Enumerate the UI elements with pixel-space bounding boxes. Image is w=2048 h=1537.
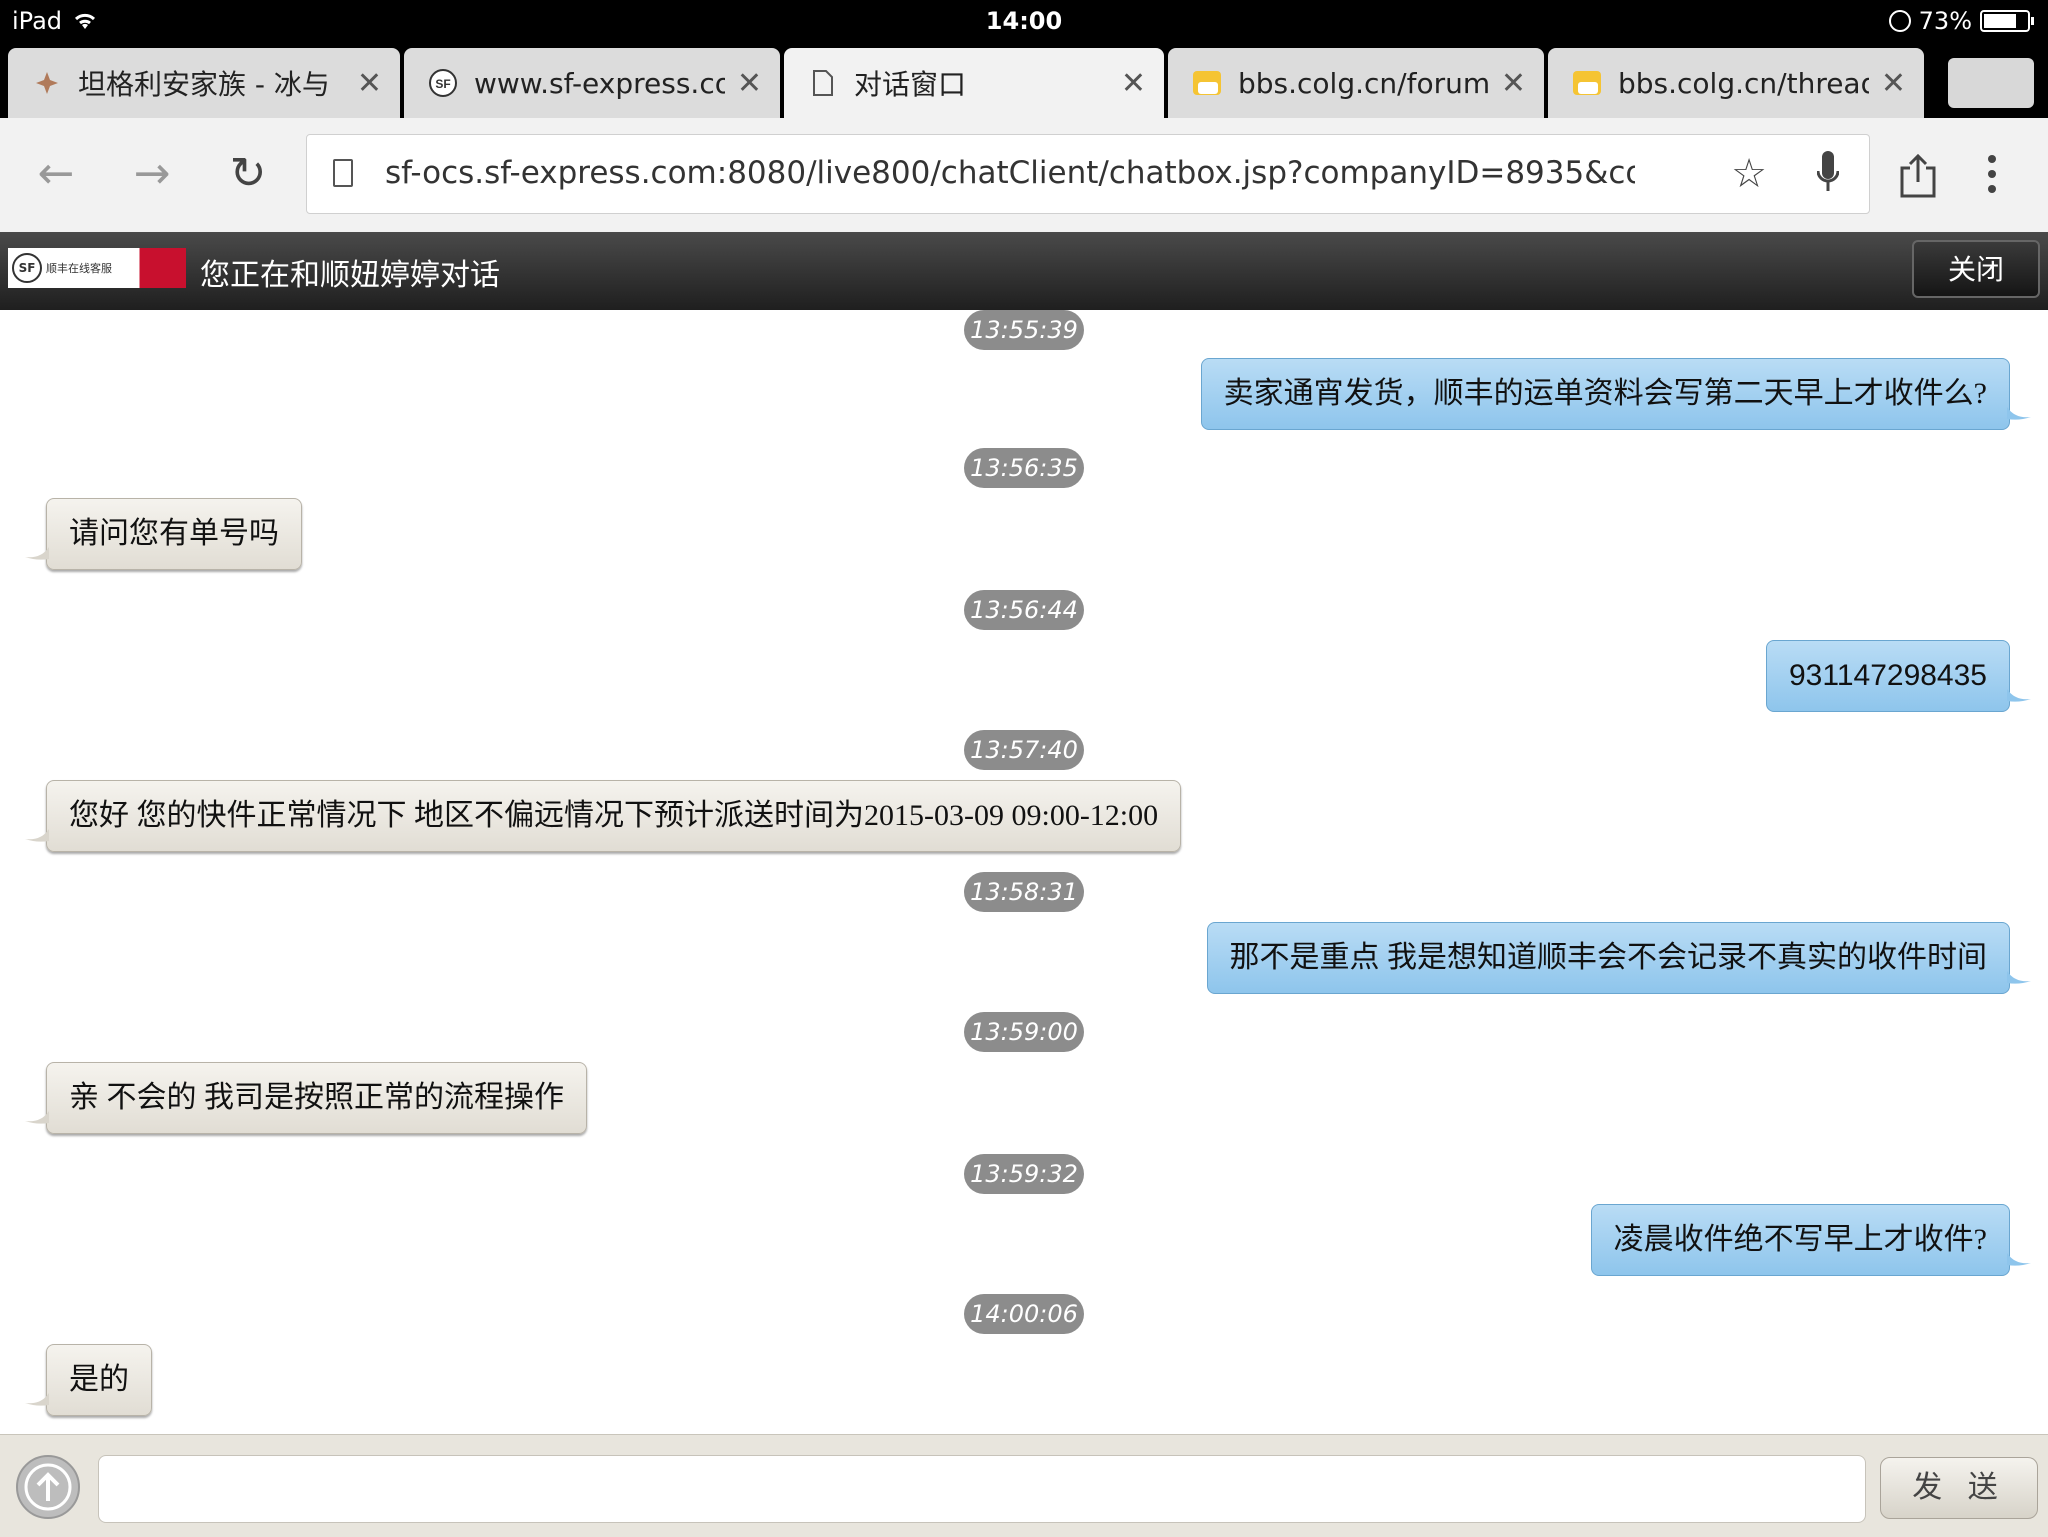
chat-messages[interactable]: 13:55:39 卖家通宵发货，顺丰的运单资料会写第二天早上才收件么? 13:5… <box>0 310 2048 1434</box>
chat-title: 您正在和顺妞婷婷对话 <box>200 258 500 293</box>
star-icon[interactable]: ☆ <box>1731 151 1767 197</box>
tab-4[interactable]: bbs.colg.cn/forum-1 ✕ <box>1168 48 1544 118</box>
message-text: 亲 不会的 我司是按照正常的流程操作 <box>69 1081 564 1114</box>
logo-text: 顺丰在线客服 <box>46 262 112 275</box>
message-bubble-me: 卖家通宵发货，顺丰的运单资料会写第二天早上才收件么? <box>1200 358 2031 430</box>
tab-1[interactable]: 坦格利安家族 - 冰与 ✕ <box>8 48 400 118</box>
message-input-bar: 发 送 <box>0 1434 2048 1537</box>
status-bar: iPad 14:00 73% <box>0 0 2048 42</box>
message-bubble-agent: 您好 您的快件正常情况下 地区不偏远情况下预计派送时间为2015-03-09 0… <box>25 780 1182 852</box>
message-text: 凌晨收件绝不写早上才收件? <box>1613 1223 1987 1256</box>
timestamp: 13:59:32 <box>964 1154 1084 1194</box>
url-text[interactable]: sf-ocs.sf-express.com:8080/live800/chatC… <box>385 155 1635 191</box>
tab-3[interactable]: 对话窗口 ✕ <box>784 48 1164 118</box>
message-bubble-me: 凌晨收件绝不写早上才收件? <box>1590 1204 2031 1276</box>
message-text: 是的 <box>69 1363 129 1396</box>
tab-2[interactable]: SF www.sf-express.con ✕ <box>404 48 780 118</box>
rotation-lock-icon <box>1888 10 1911 32</box>
colg-icon <box>1572 68 1602 98</box>
send-button[interactable]: 发 送 <box>1880 1457 2038 1519</box>
timestamp: 13:57:40 <box>964 730 1084 770</box>
sf-logo: SF 顺丰在线客服 <box>8 248 186 288</box>
microphone-icon[interactable] <box>1817 151 1839 197</box>
tab-bar: 坦格利安家族 - 冰与 ✕ SF www.sf-express.con ✕ 对话… <box>0 42 2048 118</box>
close-tab-icon[interactable]: ✕ <box>357 66 382 101</box>
timestamp: 13:56:35 <box>964 448 1084 488</box>
close-tab-icon[interactable]: ✕ <box>1881 66 1906 101</box>
tab-5[interactable]: bbs.colg.cn/thread-3 ✕ <box>1548 48 1924 118</box>
close-tab-icon[interactable]: ✕ <box>1121 66 1146 101</box>
message-bubble-agent: 是的 <box>25 1344 152 1416</box>
address-bar[interactable]: sf-ocs.sf-express.com:8080/live800/chatC… <box>306 134 1870 214</box>
close-chat-button[interactable]: 关闭 <box>1912 240 2040 298</box>
chat-header: SF 顺丰在线客服 您正在和顺妞婷婷对话 关闭 <box>0 232 2048 310</box>
colg-icon <box>1192 68 1222 98</box>
battery-icon <box>1980 10 2034 32</box>
reload-icon[interactable]: ↻ <box>222 148 274 200</box>
tab-title: 坦格利安家族 - 冰与 <box>78 68 330 101</box>
timestamp: 14:00:06 <box>964 1294 1084 1334</box>
timestamp: 13:59:00 <box>964 1012 1084 1052</box>
up-arrow-icon <box>24 1463 72 1511</box>
svg-text:SF: SF <box>435 77 450 91</box>
sf-icon: SF <box>428 68 458 98</box>
timestamp: 13:58:31 <box>964 872 1084 912</box>
message-bubble-agent: 亲 不会的 我司是按照正常的流程操作 <box>25 1062 587 1134</box>
clock: 14:00 <box>985 7 1063 35</box>
message-text: 卖家通宵发货，顺丰的运单资料会写第二天早上才收件么? <box>1223 377 1987 410</box>
tab-title: bbs.colg.cn/forum-1 <box>1238 66 1489 100</box>
message-bubble-me: 那不是重点 我是想知道顺丰会不会记录不真实的收件时间 <box>1206 922 2031 994</box>
message-text: 931147298435 <box>1789 659 1987 692</box>
message-text: 您好 您的快件正常情况下 地区不偏远情况下预计派送时间为2015-03-09 0… <box>69 799 1159 832</box>
page-icon <box>333 159 353 187</box>
message-bubble-me: 931147298435 <box>1766 640 2031 712</box>
tab-title: bbs.colg.cn/thread-3 <box>1618 66 1869 100</box>
tab-title: 对话窗口 <box>854 68 967 101</box>
close-tab-icon[interactable]: ✕ <box>1501 66 1526 101</box>
page-icon <box>808 68 838 98</box>
back-arrow-icon[interactable]: ← <box>30 148 82 200</box>
message-input[interactable] <box>98 1455 1866 1523</box>
share-icon[interactable] <box>1898 152 1938 198</box>
upload-button[interactable] <box>16 1455 80 1519</box>
tab-title: www.sf-express.con <box>474 66 725 100</box>
timestamp: 13:55:39 <box>964 310 1084 350</box>
close-tab-icon[interactable]: ✕ <box>737 66 762 101</box>
overflow-menu-icon[interactable] <box>1986 154 1998 194</box>
message-bubble-agent: 请问您有单号吗 <box>25 498 302 570</box>
battery-percent: 73% <box>1918 7 1972 35</box>
browser-toolbar: ← → ↻ sf-ocs.sf-express.com:8080/live800… <box>0 118 2048 233</box>
timestamp: 13:56:44 <box>964 590 1084 630</box>
fleur-icon <box>32 68 62 98</box>
message-text: 请问您有单号吗 <box>69 517 279 550</box>
new-tab-button[interactable] <box>1948 58 2034 108</box>
forward-arrow-icon[interactable]: → <box>126 148 178 200</box>
message-text: 那不是重点 我是想知道顺丰会不会记录不真实的收件时间 <box>1229 941 1988 974</box>
